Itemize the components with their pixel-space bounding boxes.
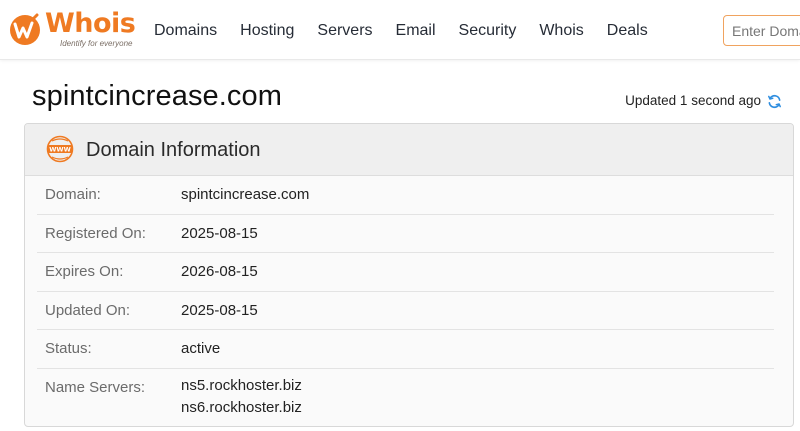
- logo-text: Whois: [45, 8, 136, 39]
- page-title: spintcincrease.com: [32, 80, 283, 112]
- updated-text: Updated 1 second ago: [625, 93, 761, 108]
- svg-text:WWW: WWW: [49, 146, 71, 154]
- logo-tagline: Identify for everyone: [60, 39, 133, 48]
- whois-logo-icon: [10, 13, 40, 45]
- main-nav: Domains Hosting Servers Email Security W…: [154, 20, 671, 42]
- domain-info-table: Domain: spintcincrease.com Registered On…: [37, 176, 774, 427]
- nav-item-whois[interactable]: Whois: [539, 20, 583, 42]
- name-server[interactable]: ns5.rockhoster.biz: [181, 375, 302, 397]
- refresh-icon[interactable]: [767, 94, 782, 109]
- row-label: Expires On:: [45, 263, 124, 280]
- info-row-registered-on: Registered On: 2025-08-15: [37, 215, 774, 253]
- row-value: 2025-08-15: [181, 301, 258, 319]
- row-value: 2025-08-15: [181, 224, 258, 242]
- info-row-name-servers: Name Servers: ns5.rockhoster.biz ns6.roc…: [37, 369, 774, 427]
- row-value: active: [181, 340, 221, 357]
- info-row-status: Status: active: [37, 330, 774, 369]
- row-label: Updated On:: [45, 301, 131, 319]
- last-updated: Updated 1 second ago: [625, 91, 782, 111]
- www-icon: WWW: [46, 135, 74, 163]
- card-title: Domain Information: [86, 139, 261, 161]
- row-label: Registered On:: [45, 224, 146, 242]
- nav-item-hosting[interactable]: Hosting: [240, 20, 294, 42]
- top-navigation-bar: Whois Identify for everyone Domains Host…: [0, 0, 800, 60]
- domain-information-card: WWW Domain Information Domain: spintcinc…: [24, 123, 794, 427]
- nav-item-security[interactable]: Security: [459, 20, 517, 42]
- nav-item-deals[interactable]: Deals: [607, 20, 648, 42]
- domain-search-input[interactable]: [723, 15, 800, 46]
- info-row-domain: Domain: spintcincrease.com: [37, 176, 774, 215]
- info-row-expires-on: Expires On: 2026-08-15: [37, 253, 774, 292]
- whois-logo[interactable]: Whois Identify for everyone: [8, 8, 138, 51]
- row-value: spintcincrease.com: [181, 186, 310, 203]
- row-value: 2026-08-15: [181, 263, 258, 280]
- info-row-updated-on: Updated On: 2025-08-15: [37, 292, 774, 330]
- name-server-list: ns5.rockhoster.biz ns6.rockhoster.biz: [181, 375, 302, 419]
- name-server[interactable]: ns6.rockhoster.biz: [181, 397, 302, 419]
- nav-item-servers[interactable]: Servers: [317, 20, 372, 42]
- row-label: Domain:: [45, 186, 101, 203]
- row-label: Status:: [45, 340, 92, 357]
- row-label: Name Servers:: [45, 378, 146, 396]
- nav-item-email[interactable]: Email: [396, 20, 436, 42]
- nav-item-domains[interactable]: Domains: [154, 20, 217, 42]
- card-header: WWW Domain Information: [25, 124, 793, 176]
